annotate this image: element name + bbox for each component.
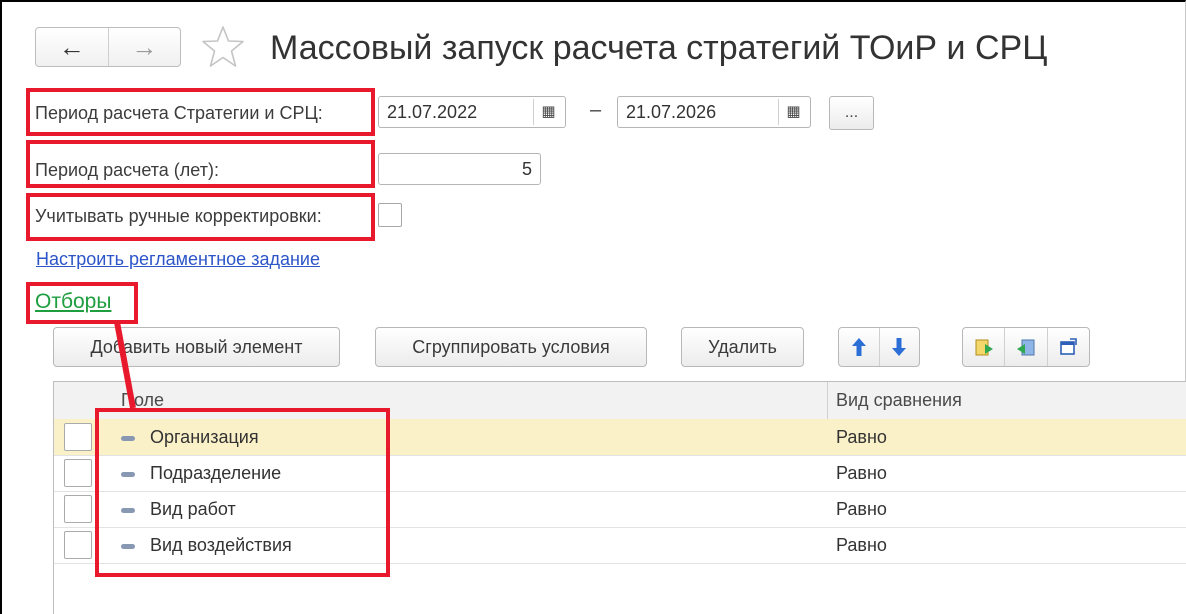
row-checkbox[interactable]: [64, 423, 92, 451]
row-field: Подразделение: [150, 463, 282, 483]
years-field[interactable]: 5: [378, 153, 541, 185]
period-label: Период расчета Стратегии и СРЦ:: [35, 103, 323, 123]
row-comparison[interactable]: Равно: [836, 491, 887, 527]
group-conditions-button[interactable]: Сгруппировать условия: [375, 327, 647, 367]
schedule-link[interactable]: Настроить регламентное задание: [36, 249, 320, 270]
date-separator: –: [590, 99, 602, 121]
row-checkbox[interactable]: [64, 459, 92, 487]
arrow-up-icon: [851, 338, 866, 356]
arrow-down-icon: [892, 338, 907, 356]
open-button[interactable]: [1046, 328, 1089, 366]
filters-table: Поле Вид сравнения Организация Равно Под…: [53, 381, 1186, 614]
date-to-value: 21.07.2026: [626, 102, 717, 122]
add-element-button[interactable]: Добавить новый элемент: [53, 327, 340, 367]
arrow-left-icon: ←: [58, 32, 85, 62]
manual-corrections-label: Учитывать ручные корректировки:: [35, 206, 322, 226]
manual-corrections-checkbox[interactable]: [378, 203, 402, 227]
row-comparison[interactable]: Равно: [836, 455, 887, 491]
page-title: Массовый запуск расчета стратегий ТОиР и…: [270, 29, 1048, 67]
open-icon: [1060, 338, 1078, 355]
group-action-buttons: [962, 327, 1090, 367]
navigation-buttons: ← →: [35, 27, 181, 67]
filters-section-title[interactable]: Отборы: [35, 290, 111, 314]
field-marker-icon: [121, 508, 135, 513]
row-field: Организация: [150, 427, 259, 447]
column-divider: [827, 382, 828, 419]
row-comparison[interactable]: Равно: [836, 527, 887, 563]
move-up-button[interactable]: [839, 328, 879, 366]
move-buttons: [838, 327, 920, 367]
field-marker-icon: [121, 472, 135, 477]
back-button[interactable]: ←: [36, 28, 109, 66]
column-comparison[interactable]: Вид сравнения: [836, 382, 962, 419]
date-to-field[interactable]: 21.07.2026 ▦: [617, 96, 811, 128]
add-to-group-icon: [975, 339, 993, 356]
row-field: Вид воздействия: [150, 535, 292, 555]
date-from-value: 21.07.2022: [387, 102, 478, 122]
table-header: Поле Вид сравнения: [54, 382, 1186, 420]
period-select-button[interactable]: ...: [829, 96, 874, 130]
column-field[interactable]: Поле: [121, 382, 164, 419]
table-row[interactable]: Вид работ Равно: [54, 491, 1186, 528]
table-row[interactable]: Вид воздействия Равно: [54, 527, 1186, 564]
add-to-group-button[interactable]: [963, 328, 1004, 366]
move-down-button[interactable]: [878, 328, 920, 366]
row-field: Вид работ: [150, 499, 236, 519]
remove-from-group-button[interactable]: [1004, 328, 1046, 366]
date-from-field[interactable]: 21.07.2022 ▦: [378, 96, 566, 128]
forward-button[interactable]: →: [109, 28, 181, 66]
calendar-icon[interactable]: ▦: [778, 99, 808, 125]
table-row[interactable]: Подразделение Равно: [54, 455, 1186, 492]
arrow-right-icon: →: [131, 32, 158, 62]
years-label: Период расчета (лет):: [35, 160, 219, 180]
star-icon[interactable]: [200, 24, 246, 70]
remove-from-group-icon: [1016, 339, 1035, 356]
row-checkbox[interactable]: [64, 495, 92, 523]
row-checkbox[interactable]: [64, 531, 92, 559]
delete-button[interactable]: Удалить: [681, 327, 804, 367]
field-marker-icon: [121, 436, 135, 441]
calendar-icon[interactable]: ▦: [533, 99, 563, 125]
table-row[interactable]: Организация Равно: [54, 419, 1186, 456]
row-comparison[interactable]: Равно: [836, 419, 887, 455]
field-marker-icon: [121, 544, 135, 549]
